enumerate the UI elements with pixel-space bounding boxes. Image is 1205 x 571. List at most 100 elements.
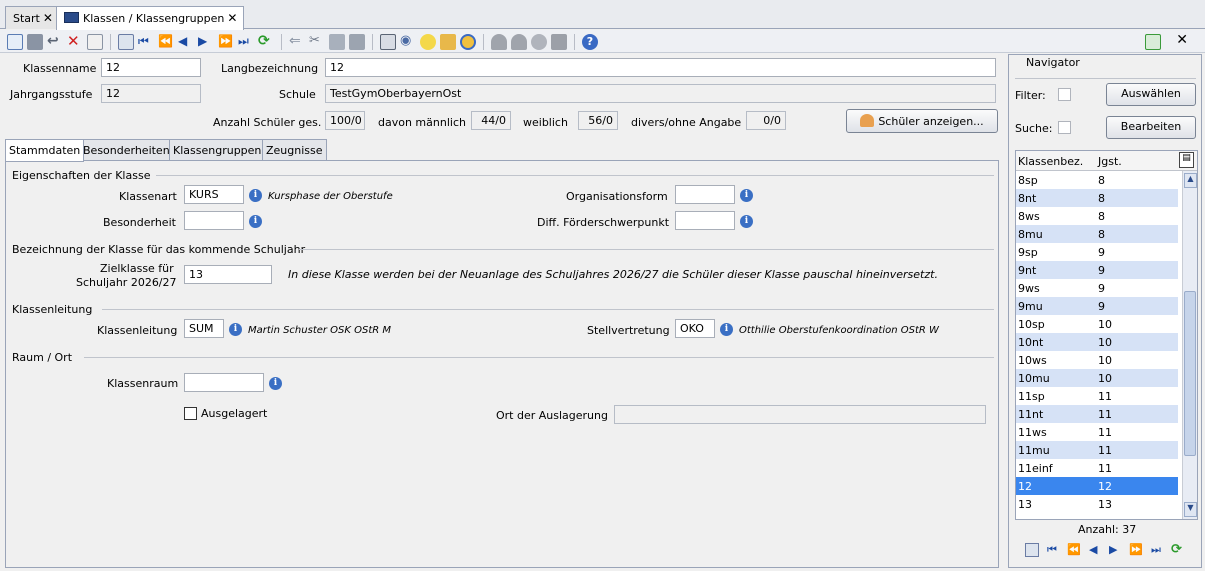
list-item[interactable]: 9nt 9	[1016, 261, 1178, 279]
list-item[interactable]: 9ws 9	[1016, 279, 1178, 297]
klassenart-input[interactable]: KURS	[184, 185, 244, 204]
form-icon[interactable]	[87, 34, 103, 50]
klassenraum-input[interactable]	[184, 373, 264, 392]
list-item[interactable]: 10mu 10	[1016, 369, 1178, 387]
copy-record-icon[interactable]	[1025, 543, 1039, 557]
scroll-down-icon[interactable]: ▼	[1184, 502, 1197, 517]
bearbeiten-button[interactable]: Bearbeiten	[1106, 116, 1196, 139]
list-item[interactable]: 9sp 9	[1016, 243, 1178, 261]
list-scrollbar[interactable]: ▲ ▼	[1182, 171, 1197, 519]
lightbulb-icon[interactable]	[420, 34, 436, 50]
copy-icon[interactable]	[329, 34, 345, 50]
save-icon[interactable]	[27, 34, 43, 50]
klassenleitung-input[interactable]: SUM	[184, 319, 224, 338]
print-icon[interactable]	[380, 34, 396, 50]
next-page-icon[interactable]: ⏩	[1129, 543, 1143, 557]
last-record-icon[interactable]: ⏭	[238, 34, 254, 50]
schueler-anzeigen-button[interactable]: Schüler anzeigen...	[846, 109, 998, 133]
ausgelagert-checkbox[interactable]	[184, 407, 197, 420]
list-item[interactable]: 8nt 8	[1016, 189, 1178, 207]
info-icon[interactable]: i	[249, 189, 262, 202]
organisationsform-input[interactable]	[675, 185, 735, 204]
close-icon[interactable]: ✕	[1176, 32, 1188, 48]
info-icon[interactable]: i	[740, 215, 753, 228]
tab-stammdaten[interactable]: Stammdaten	[5, 139, 85, 162]
zielklasse-input[interactable]: 13	[184, 265, 272, 284]
first-record-icon[interactable]: ⏮	[1047, 543, 1061, 557]
col-jgst-header[interactable]: Jgst.	[1098, 155, 1122, 168]
copy-record-icon[interactable]	[118, 34, 134, 50]
previous-record-icon[interactable]: ◀	[1089, 543, 1103, 557]
column-chooser-icon[interactable]: ▤	[1179, 152, 1194, 168]
sync-icon[interactable]	[1145, 34, 1161, 50]
suche-checkbox[interactable]	[1058, 121, 1071, 134]
filter-checkbox[interactable]	[1058, 88, 1071, 101]
tab-start[interactable]: Start ✕	[5, 6, 60, 29]
scrollbar-thumb[interactable]	[1184, 291, 1196, 456]
list-item[interactable]: 11einf 11	[1016, 459, 1178, 477]
list-item[interactable]: 10ws 10	[1016, 351, 1178, 369]
next-record-icon[interactable]: ▶	[198, 34, 214, 50]
list-item[interactable]: 11nt 11	[1016, 405, 1178, 423]
list-item[interactable]: 13 13	[1016, 495, 1178, 513]
first-record-icon[interactable]: ⏮	[138, 34, 154, 50]
paste-icon[interactable]	[349, 34, 365, 50]
jahrgangsstufe-field: 12	[101, 84, 201, 103]
info-icon[interactable]: i	[740, 189, 753, 202]
list-item[interactable]: 9mu 9	[1016, 297, 1178, 315]
list-item[interactable]: 8sp 8	[1016, 171, 1178, 189]
list-item[interactable]: 8ws 8	[1016, 207, 1178, 225]
tab-besonderheiten[interactable]: Besonderheiten	[79, 139, 174, 161]
user-icon[interactable]	[491, 34, 507, 50]
refresh-icon[interactable]: ⟳	[258, 34, 274, 50]
previous-page-icon[interactable]: ⏪	[1067, 543, 1081, 557]
klassenbez-cell: 11nt	[1018, 408, 1044, 421]
toolbar: ↩ ✕ ⏮ ⏪ ◀ ▶ ⏩ ⏭ ⟳ ⇐ ✂ ◉ ? ✕	[0, 30, 1205, 53]
foerderschwerpunkt-input[interactable]	[675, 211, 735, 230]
col-klassenbez-header[interactable]: Klassenbez.	[1018, 155, 1083, 168]
users-icon[interactable]	[511, 34, 527, 50]
new-record-icon[interactable]	[7, 34, 23, 50]
next-page-icon[interactable]: ⏩	[218, 34, 234, 50]
previous-record-icon[interactable]: ◀	[178, 34, 194, 50]
tab-klassengruppen[interactable]: Klassengruppen	[169, 139, 266, 161]
scroll-up-icon[interactable]: ▲	[1184, 173, 1197, 188]
langbezeichnung-input[interactable]: 12	[325, 58, 996, 77]
list-item[interactable]: 12 12	[1016, 477, 1178, 495]
help-icon[interactable]: ?	[582, 34, 598, 50]
auswaehlen-button[interactable]: Auswählen	[1106, 83, 1196, 106]
tab-klassen[interactable]: Klassen / Klassengruppen ✕	[56, 6, 245, 30]
delete-icon[interactable]: ✕	[67, 34, 83, 50]
last-record-icon[interactable]: ⏭	[1151, 543, 1165, 557]
next-record-icon[interactable]: ▶	[1109, 543, 1123, 557]
list-item[interactable]: 10nt 10	[1016, 333, 1178, 351]
klassen-list[interactable]: Klassenbez. Jgst. ▤ 8sp 8 8nt 8 8ws 8 8mu 8 9sp 9…	[1015, 150, 1198, 520]
info-icon[interactable]: i	[269, 377, 282, 390]
jgst-cell: 10	[1098, 354, 1112, 367]
clock-icon[interactable]	[460, 34, 476, 50]
info-icon[interactable]: i	[229, 323, 242, 336]
close-icon[interactable]: ✕	[227, 11, 237, 25]
list-item[interactable]: 10sp 10	[1016, 315, 1178, 333]
previous-page-icon[interactable]: ⏪	[158, 34, 174, 50]
list-item[interactable]: 11sp 11	[1016, 387, 1178, 405]
refresh-icon[interactable]: ⟳	[1171, 543, 1185, 557]
comment-icon[interactable]	[551, 34, 567, 50]
divers-field: 0/0	[746, 111, 786, 130]
paragraph-icon[interactable]	[531, 34, 547, 50]
close-icon[interactable]: ✕	[43, 11, 53, 25]
list-item[interactable]: 11mu 11	[1016, 441, 1178, 459]
info-icon[interactable]: i	[249, 215, 262, 228]
besonderheit-input[interactable]	[184, 211, 244, 230]
broom-icon[interactable]	[440, 34, 456, 50]
back-arrow-icon[interactable]: ⇐	[289, 34, 305, 50]
klassenname-input[interactable]: 12	[101, 58, 201, 77]
info-icon[interactable]: i	[720, 323, 733, 336]
tab-zeugnisse[interactable]: Zeugnisse	[262, 139, 327, 161]
list-item[interactable]: 8mu 8	[1016, 225, 1178, 243]
list-item[interactable]: 11ws 11	[1016, 423, 1178, 441]
undo-icon[interactable]: ↩	[47, 34, 63, 50]
stellvertretung-input[interactable]: OKO	[675, 319, 715, 338]
preview-icon[interactable]: ◉	[400, 34, 416, 50]
cut-icon[interactable]: ✂	[309, 34, 325, 50]
